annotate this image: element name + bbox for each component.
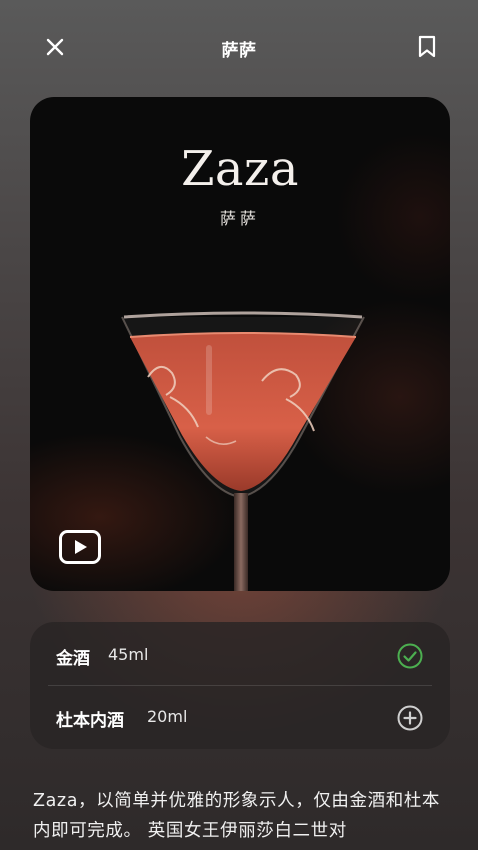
bookmark-icon (418, 35, 436, 58)
cocktail-description: Zaza，以简单并优雅的形象示人，仅由金酒和杜本内即可完成。 英国女王伊丽莎白二… (33, 791, 441, 841)
ingredient-row[interactable]: 杜本内酒 20ml (30, 686, 450, 748)
page-title: 萨萨 (221, 41, 257, 61)
top-bar: 萨萨 (0, 0, 478, 96)
ingredient-status-button[interactable] (396, 642, 424, 670)
ingredient-row[interactable]: 金酒 45ml (30, 624, 450, 686)
bookmark-button[interactable] (410, 30, 444, 64)
ingredient-name: 金酒 (56, 649, 90, 669)
ingredient-amount: 20ml (147, 707, 188, 726)
check-circle-icon (397, 643, 423, 669)
ingredient-name: 杜本内酒 (56, 711, 124, 731)
ingredient-add-button[interactable] (396, 704, 424, 732)
ingredients-card: 金酒 45ml 杜本内酒 20ml (30, 622, 450, 749)
add-circle-icon (397, 705, 423, 731)
play-video-button[interactable] (58, 529, 102, 565)
cocktail-name: Zaza (181, 141, 299, 197)
cocktail-hero-card: Zaza 萨萨 (30, 97, 450, 591)
ingredient-amount: 45ml (108, 645, 149, 664)
cocktail-subtitle: 萨萨 (219, 209, 260, 228)
play-icon (59, 530, 101, 564)
